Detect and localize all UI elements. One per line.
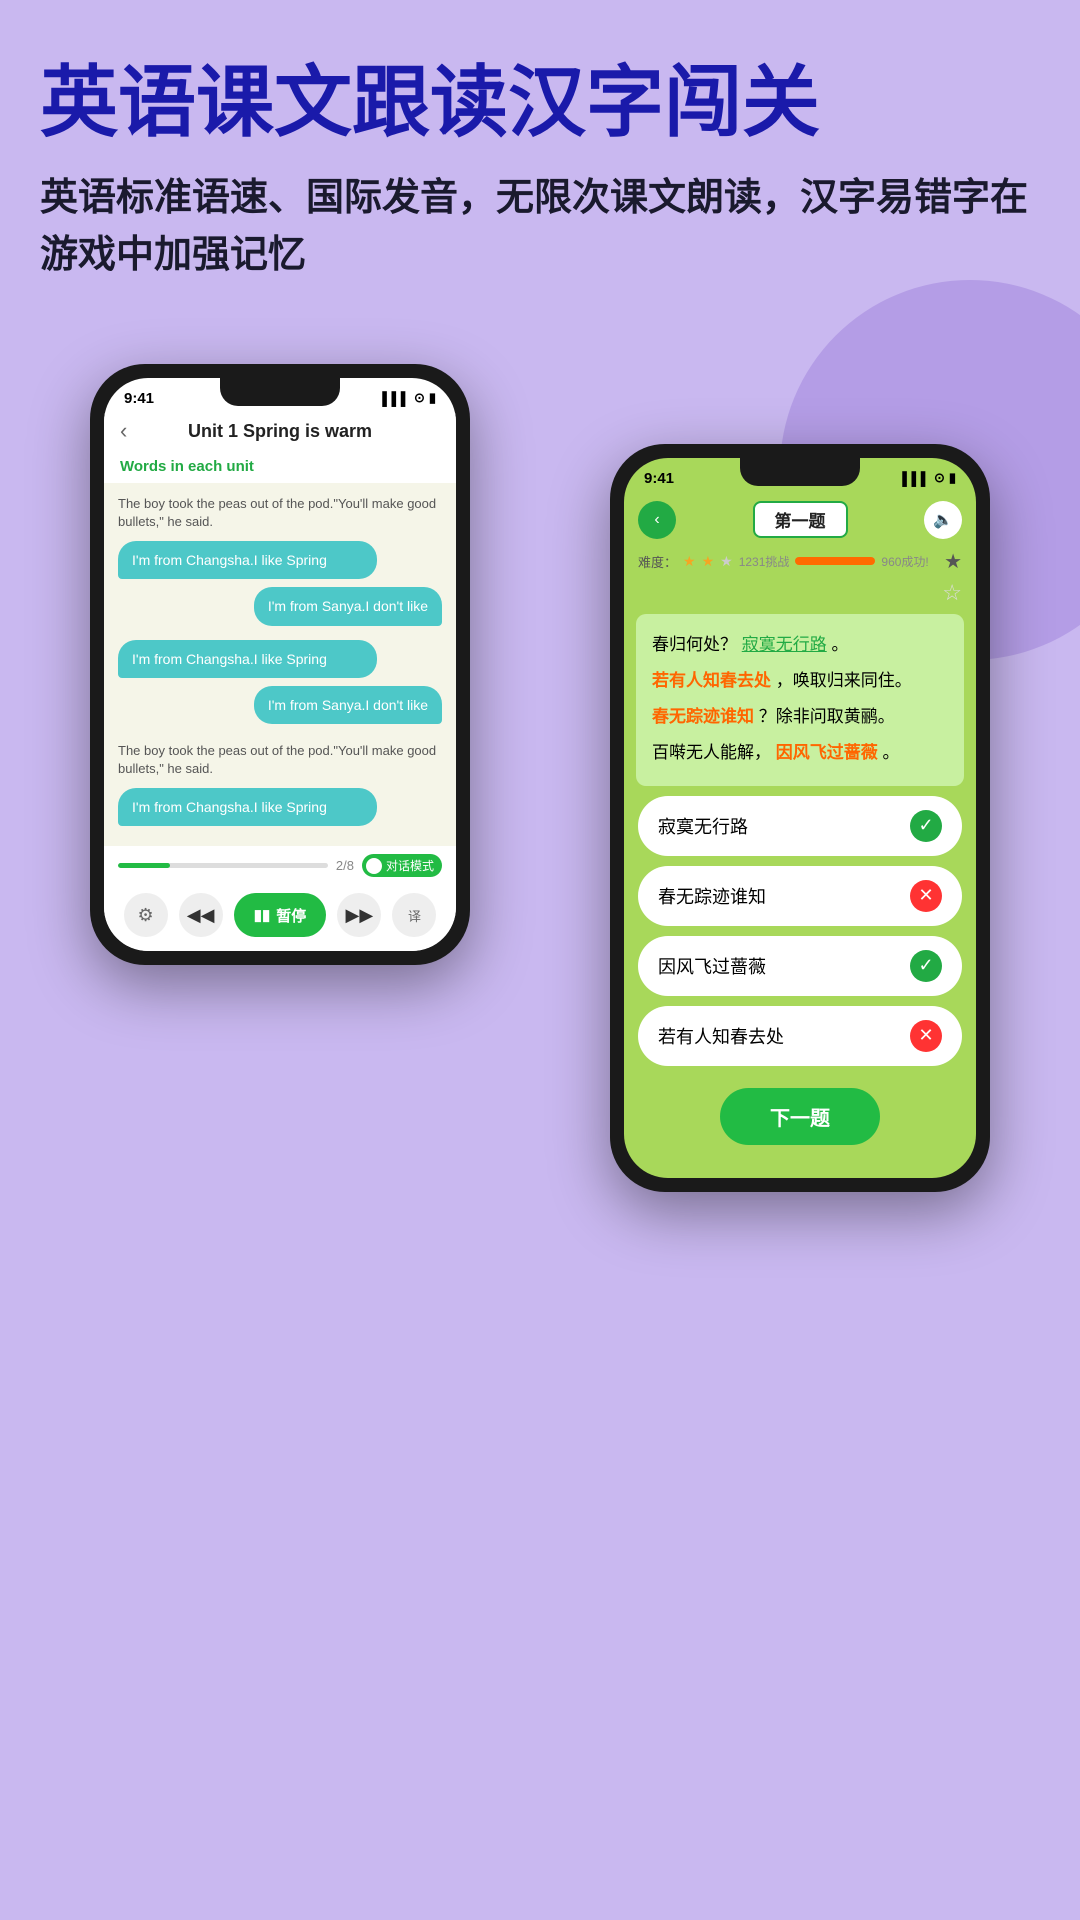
progress-label: 2/8 bbox=[336, 858, 354, 873]
poem-blank-1: 寂寞无行路 bbox=[742, 635, 827, 654]
star-3: ★ bbox=[720, 553, 733, 570]
right-phone: 9:41 ▌▌▌ ⊙ ▮ ‹ 第一题 🔈 难度： ★ ★ ★ 1231挑战 bbox=[610, 444, 990, 1192]
battery-icon: ▮ bbox=[429, 390, 436, 406]
next-btn-row: 下一题 bbox=[624, 1076, 976, 1177]
bubble-row-4: I'm from Sanya.I don't like bbox=[118, 686, 442, 732]
success-count: 960成功! bbox=[881, 553, 928, 570]
challenge-count: 1231挑战 bbox=[739, 553, 790, 570]
bubble-row-2: I'm from Sanya.I don't like bbox=[118, 587, 442, 633]
wifi-icon: ⊙ bbox=[414, 390, 425, 406]
poem-line-3: 春无踪迹谁知 ？除非问取黄鹂。 bbox=[652, 700, 948, 734]
poem-highlight-3: 春无踪迹谁知 bbox=[652, 707, 754, 726]
bubble-row-5: I'm from Changsha.I like Spring bbox=[118, 788, 442, 826]
chat-bubble-3: I'm from Changsha.I like Spring bbox=[118, 640, 377, 678]
poem-line-4: 百啭无人能解， 因风飞过蔷薇 。 bbox=[652, 736, 948, 770]
sub-title: 英语标准语速、国际发音，无限次课文朗读，汉字易错字在游戏中加强记忆 bbox=[40, 170, 1040, 284]
chat-text-1: The boy took the peas out of the pod."Yo… bbox=[118, 495, 442, 531]
signal-icon-right: ▌▌▌ bbox=[902, 471, 930, 486]
phone-notch-left bbox=[220, 378, 340, 406]
left-phone-screen: 9:41 ▌▌▌ ⊙ ▮ ‹ Unit 1 Spring is warm Wor… bbox=[104, 378, 456, 952]
poem-line-2: 若有人知春去处 ，唤取归来同住。 bbox=[652, 664, 948, 698]
answer-text-3: 因风飞过蔷薇 bbox=[658, 953, 766, 979]
empty-star-icon: ☆ bbox=[942, 580, 962, 606]
chat-bubble-2: I'm from Sanya.I don't like bbox=[254, 587, 442, 625]
answer-option-3[interactable]: 因风飞过蔷薇 ✓ bbox=[638, 936, 962, 996]
progress-fill bbox=[118, 863, 170, 868]
bottom-controls: ⚙ ◀◀ ▮▮ 暂停 ▶▶ 译 bbox=[104, 883, 456, 951]
play-icon: ▮▮ bbox=[254, 906, 271, 924]
back-button-right[interactable]: ‹ bbox=[638, 501, 676, 539]
next-button[interactable]: ▶▶ bbox=[337, 893, 381, 937]
left-phone: 9:41 ▌▌▌ ⊙ ▮ ‹ Unit 1 Spring is warm Wor… bbox=[90, 364, 470, 966]
phone-notch-right bbox=[740, 458, 860, 486]
poem-highlight-2: 若有人知春去处 bbox=[652, 671, 771, 690]
answer-icon-3: ✓ bbox=[910, 950, 942, 982]
answer-text-4: 若有人知春去处 bbox=[658, 1023, 784, 1049]
phones-container: 9:41 ▌▌▌ ⊙ ▮ ‹ Unit 1 Spring is warm Wor… bbox=[0, 304, 1080, 1252]
wifi-icon-right: ⊙ bbox=[934, 470, 945, 486]
audio-button[interactable]: 🔈 bbox=[924, 501, 962, 539]
answer-text-2: 春无踪迹谁知 bbox=[658, 883, 766, 909]
chat-bubble-1: I'm from Changsha.I like Spring bbox=[118, 541, 377, 579]
answer-option-4[interactable]: 若有人知春去处 ✕ bbox=[638, 1006, 962, 1066]
star-row: ☆ bbox=[624, 580, 976, 606]
play-pause-button[interactable]: ▮▮ 暂停 bbox=[234, 893, 327, 937]
favorite-button[interactable]: ★ bbox=[944, 549, 962, 574]
star-1: ★ bbox=[683, 553, 696, 570]
star-2: ★ bbox=[702, 553, 715, 570]
back-button-left[interactable]: ‹ bbox=[120, 418, 127, 444]
answer-icon-4: ✕ bbox=[910, 1020, 942, 1052]
poem-line-1: 春归何处？ 寂寞无行路 。 bbox=[652, 628, 948, 662]
bubble-row-3: I'm from Changsha.I like Spring bbox=[118, 640, 442, 678]
settings-button[interactable]: ⚙ bbox=[124, 893, 168, 937]
difficulty-row: 难度： ★ ★ ★ 1231挑战 960成功! ★ bbox=[624, 545, 976, 578]
dialog-mode-toggle[interactable]: 对话模式 bbox=[362, 854, 442, 877]
challenge-progress bbox=[795, 557, 875, 565]
answer-option-1[interactable]: 寂寞无行路 ✓ bbox=[638, 796, 962, 856]
translate-button[interactable]: 译 bbox=[392, 893, 436, 937]
status-icons-left: ▌▌▌ ⊙ ▮ bbox=[382, 390, 436, 406]
left-nav: ‹ Unit 1 Spring is warm bbox=[104, 413, 456, 452]
signal-icon: ▌▌▌ bbox=[382, 391, 410, 406]
status-time-right: 9:41 bbox=[644, 470, 674, 487]
main-title: 英语课文跟读汉字闯关 bbox=[40, 60, 1040, 146]
answer-option-2[interactable]: 春无踪迹谁知 ✕ bbox=[638, 866, 962, 926]
status-time-left: 9:41 bbox=[124, 390, 154, 407]
answer-text-1: 寂寞无行路 bbox=[658, 813, 748, 839]
poem-area: 春归何处？ 寂寞无行路 。 若有人知春去处 ，唤取归来同住。 春无踪迹谁知 ？除… bbox=[636, 614, 964, 786]
dialog-mode-label: 对话模式 bbox=[386, 857, 434, 874]
question-label: 第一题 bbox=[753, 501, 848, 538]
prev-button[interactable]: ◀◀ bbox=[179, 893, 223, 937]
difficulty-label: 难度： bbox=[638, 552, 677, 571]
battery-icon-right: ▮ bbox=[949, 470, 956, 486]
chat-area: The boy took the peas out of the pod."Yo… bbox=[104, 483, 456, 847]
progress-track bbox=[118, 863, 328, 868]
progress-area: 2/8 对话模式 bbox=[104, 846, 456, 883]
status-icons-right: ▌▌▌ ⊙ ▮ bbox=[902, 470, 956, 486]
chat-bubble-5: I'm from Changsha.I like Spring bbox=[118, 788, 377, 826]
play-label: 暂停 bbox=[276, 905, 306, 926]
next-question-button[interactable]: 下一题 bbox=[720, 1088, 880, 1145]
right-phone-screen: 9:41 ▌▌▌ ⊙ ▮ ‹ 第一题 🔈 难度： ★ ★ ★ 1231挑战 bbox=[624, 458, 976, 1178]
poem-highlight-4: 因风飞过蔷薇 bbox=[776, 743, 878, 762]
toggle-indicator bbox=[366, 858, 382, 874]
answer-icon-1: ✓ bbox=[910, 810, 942, 842]
chat-bubble-4: I'm from Sanya.I don't like bbox=[254, 686, 442, 724]
answer-icon-2: ✕ bbox=[910, 880, 942, 912]
chat-text-2: The boy took the peas out of the pod."Yo… bbox=[118, 742, 442, 778]
words-label: Words in each unit bbox=[104, 452, 456, 483]
right-top-bar: ‹ 第一题 🔈 bbox=[624, 493, 976, 545]
header-section: 英语课文跟读汉字闯关 英语标准语速、国际发音，无限次课文朗读，汉字易错字在游戏中… bbox=[0, 0, 1080, 304]
nav-title-left: Unit 1 Spring is warm bbox=[188, 421, 372, 442]
bubble-row-1: I'm from Changsha.I like Spring bbox=[118, 541, 442, 579]
